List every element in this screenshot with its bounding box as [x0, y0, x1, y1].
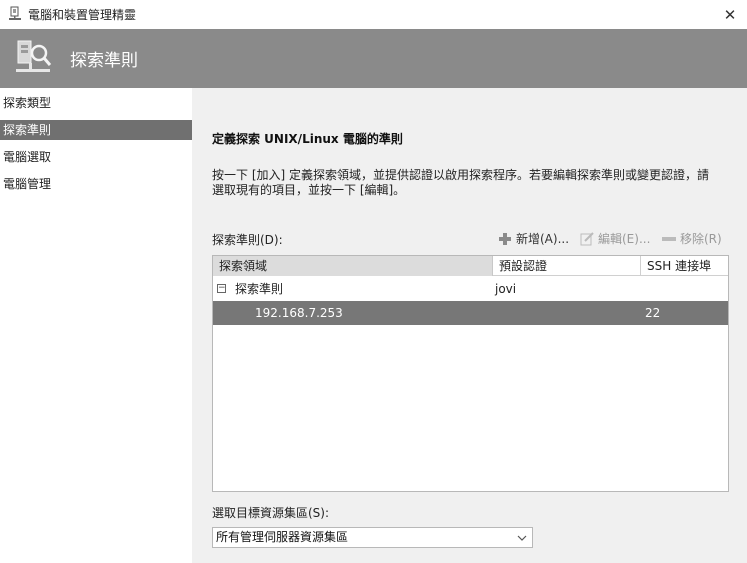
main-content: 定義探索 UNIX/Linux 電腦的準則 按一下 [加入] 定義探索領域，並提…: [192, 88, 747, 563]
chevron-down-icon: [517, 535, 527, 541]
add-button-label: 新增(A)...: [516, 232, 570, 246]
section-title: 定義探索 UNIX/Linux 電腦的準則: [212, 132, 403, 146]
add-button[interactable]: 新增(A)...: [497, 230, 569, 247]
resource-pool-select[interactable]: 所有管理伺服器資源集區: [212, 527, 533, 548]
column-header-credential[interactable]: 預設認證: [493, 256, 641, 276]
wizard-banner: 探索準則: [0, 29, 747, 88]
resource-pool-label: 選取目標資源集區(S):: [212, 506, 330, 520]
criteria-list-label: 探索準則(D):: [212, 233, 283, 247]
remove-button[interactable]: 移除(R): [661, 230, 722, 247]
sidebar-item-discovery-type[interactable]: 探索類型: [0, 93, 192, 113]
row-domain: 192.168.7.253: [255, 306, 343, 320]
edit-button-label: 編輯(E)...: [598, 232, 651, 246]
close-icon: ✕: [723, 5, 737, 24]
title-bar: 電腦和裝置管理精靈 ✕: [0, 0, 747, 29]
grid-header: 探索領域 預設認證 SSH 連接埠: [213, 256, 728, 276]
edit-button[interactable]: 編輯(E)...: [579, 230, 650, 247]
minus-icon: [662, 236, 676, 241]
group-name: 探索準則: [235, 282, 284, 296]
row-ssh-port: 22: [645, 306, 661, 320]
sidebar-item-computer-selection[interactable]: 電腦選取: [0, 147, 192, 167]
group-credential: jovi: [495, 282, 517, 296]
edit-icon: [580, 231, 594, 245]
page-title: 探索準則: [70, 51, 138, 71]
table-row[interactable]: 192.168.7.253 22: [213, 301, 728, 325]
sidebar-item-discovery-criteria[interactable]: 探索準則: [0, 120, 192, 140]
discovery-search-icon: [16, 40, 52, 72]
group-row[interactable]: − 探索準則 jovi: [213, 277, 728, 301]
resource-pool-selected-value: 所有管理伺服器資源集區: [216, 530, 349, 544]
criteria-grid[interactable]: 探索領域 預設認證 SSH 連接埠 − 探索準則 jovi 192.168.7.…: [212, 255, 729, 492]
remove-button-label: 移除(R): [680, 232, 722, 246]
computer-wizard-icon: [9, 6, 21, 20]
wizard-steps-sidebar: 探索類型 探索準則 電腦選取 電腦管理: [0, 88, 192, 563]
instructions-text: 按一下 [加入] 定義探索領域，並提供認證以啟用探索程序。若要編輯探索準則或變更…: [212, 168, 709, 197]
sidebar-item-computer-management[interactable]: 電腦管理: [0, 174, 192, 194]
column-header-ssh-port[interactable]: SSH 連接埠: [641, 256, 728, 276]
plus-icon: [499, 232, 511, 245]
collapse-icon[interactable]: −: [217, 284, 226, 293]
window-title: 電腦和裝置管理精靈: [28, 8, 137, 22]
close-button[interactable]: ✕: [713, 0, 747, 29]
column-header-domain[interactable]: 探索領域: [213, 256, 493, 276]
